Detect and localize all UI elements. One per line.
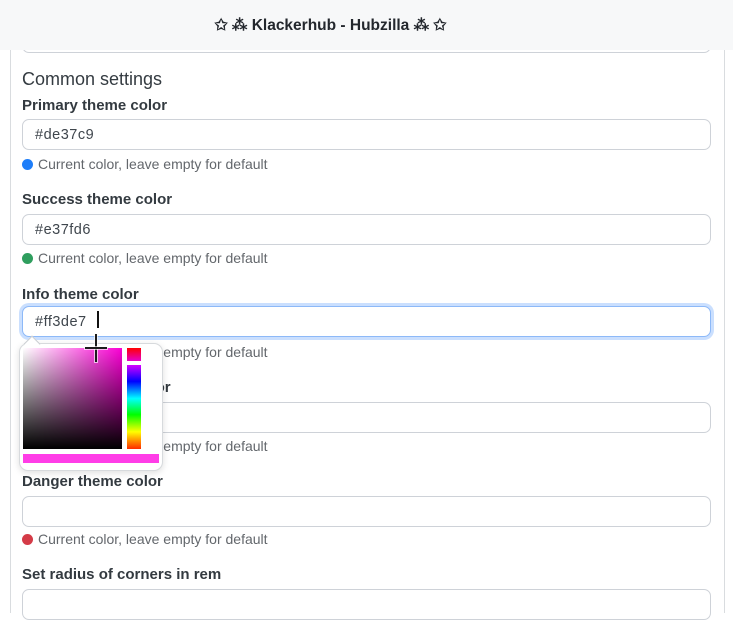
current-color-bar <box>23 454 159 463</box>
primary-color-help-text: Current color, leave empty for default <box>38 156 268 172</box>
primary-color-input[interactable] <box>22 119 711 150</box>
danger-color-help-text: Current color, leave empty for default <box>38 531 268 547</box>
primary-color-help: Current color, leave empty for default <box>22 157 268 172</box>
primary-color-dot-icon <box>22 159 33 170</box>
info-color-input[interactable] <box>22 306 711 337</box>
success-color-help: Current color, leave empty for default <box>22 251 268 266</box>
hue-slider-marker[interactable] <box>127 361 141 365</box>
danger-color-label: Danger theme color <box>22 473 163 490</box>
app-header: ✩ ⁂ Klackerhub - Hubzilla ⁂ ✩ <box>0 0 733 50</box>
crosshair-cursor-icon <box>85 347 107 349</box>
success-color-dot-icon <box>22 253 33 264</box>
success-color-input[interactable] <box>22 214 711 245</box>
page-title: ✩ ⁂ Klackerhub - Hubzilla ⁂ ✩ <box>214 16 447 34</box>
color-picker-popup <box>19 335 163 471</box>
info-color-label: Info theme color <box>22 286 139 303</box>
success-color-help-text: Current color, leave empty for default <box>38 250 268 266</box>
section-heading: Common settings <box>22 69 163 89</box>
danger-color-input[interactable] <box>22 496 711 527</box>
corner-radius-input[interactable] <box>22 589 711 620</box>
text-caret <box>97 311 99 328</box>
corner-radius-label: Set radius of corners in rem <box>22 566 222 583</box>
danger-color-help: Current color, leave empty for default <box>22 532 268 547</box>
primary-color-label: Primary theme color <box>22 97 168 114</box>
danger-color-dot-icon <box>22 534 33 545</box>
success-color-label: Success theme color <box>22 191 173 208</box>
saturation-square[interactable] <box>23 348 122 449</box>
